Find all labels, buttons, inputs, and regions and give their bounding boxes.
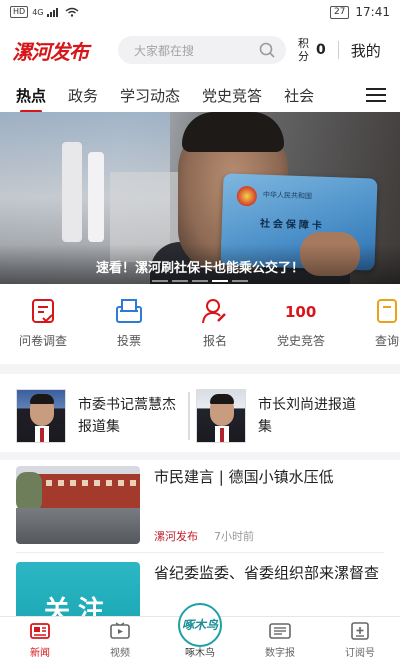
quick-query[interactable]: 查询 [344, 296, 400, 356]
carousel-dot [192, 280, 208, 282]
thumb-tree [16, 472, 42, 512]
tab-hot[interactable]: 热点 [16, 85, 46, 112]
item-divider [16, 552, 384, 553]
hair [30, 394, 54, 404]
menu-icon [366, 88, 386, 102]
feature-divider [188, 392, 190, 440]
tab-government[interactable]: 政务 [68, 85, 98, 106]
tie [220, 428, 224, 442]
quick-survey[interactable]: 问卷调查 [0, 296, 86, 356]
card-name: 社会保障卡 [259, 218, 326, 232]
hair [210, 394, 234, 404]
tie [40, 428, 44, 442]
status-left: HD 4G [10, 6, 79, 18]
carousel-dot [172, 280, 188, 282]
quick-label: 投票 [116, 334, 141, 348]
nav-digital-paper[interactable]: 数字报 [240, 617, 320, 666]
tab-society[interactable]: 社会 [284, 85, 314, 106]
bottom-navigation: 新闻 视频 啄木鸟 啄木鸟 数字报 订阅号 [0, 603, 400, 666]
quick-label: 查询 [374, 334, 399, 348]
quick-label: 问卷调查 [18, 334, 67, 348]
carousel-dot [152, 280, 168, 282]
status-bar: HD 4G 27 17:41 [0, 0, 400, 24]
nav-label: 订阅号 [345, 648, 375, 659]
signal-icon [47, 8, 59, 17]
quick-party-quiz[interactable]: 100 党史竞答 [258, 296, 344, 356]
app-header: 漯河发布 大家都在搜 积分 0 我的 [0, 30, 400, 70]
network-label: 4G [32, 7, 44, 17]
vote-icon [113, 296, 145, 326]
carousel-dot [232, 280, 248, 282]
news-icon [30, 623, 50, 639]
channel-menu-button[interactable] [352, 78, 400, 112]
search-placeholder: 大家都在搜 [134, 43, 195, 58]
svg-text:100: 100 [285, 303, 316, 321]
news-body: 市民建言 | 德国小镇水压低 漯河发布 7小时前 [154, 466, 384, 562]
survey-icon [27, 296, 59, 326]
query-icon [371, 296, 400, 326]
nav-video[interactable]: 视频 [80, 617, 160, 666]
carousel-dot-active [212, 280, 228, 282]
category-tabs: 热点 政务 学习动态 党史竞答 社会 [0, 78, 400, 112]
quick-signup[interactable]: 报名 [172, 296, 258, 356]
mine-button[interactable]: 我的 [351, 40, 381, 61]
app-logo: 漯河发布 [12, 39, 89, 64]
national-emblem-icon [236, 185, 258, 207]
news-title: 市民建言 | 德国小镇水压低 [154, 468, 334, 486]
battery-indicator: 27 [329, 5, 350, 19]
feature-report-secretary[interactable]: 市委书记蒿慧杰报道集 [0, 389, 200, 443]
feature-avatar [16, 389, 66, 443]
signup-icon [199, 296, 231, 326]
news-title: 省纪委监委、省委组织部来漯督查 [154, 564, 380, 582]
status-time: 17:41 [355, 5, 390, 19]
thumb-road [16, 508, 140, 544]
header-divider [337, 41, 339, 59]
hd-badge: HD [10, 6, 29, 18]
feature-reports: 市委书记蒿慧杰报道集 市长刘尚进报道集 [0, 376, 400, 456]
nav-subscribe[interactable]: 订阅号 [320, 617, 400, 666]
search-input[interactable]: 大家都在搜 [118, 36, 286, 64]
status-right: 27 17:41 [329, 5, 390, 19]
nav-woodpecker[interactable]: 啄木鸟 啄木鸟 [160, 603, 240, 666]
banner-decor [88, 152, 104, 242]
wifi-icon [66, 7, 79, 17]
woodpecker-icon: 啄木鸟 [178, 603, 222, 647]
thumb-windows [46, 480, 136, 486]
news-item[interactable]: 市民建言 | 德国小镇水压低 漯河发布 7小时前 [0, 466, 400, 562]
section-separator [0, 364, 400, 374]
nav-news[interactable]: 新闻 [0, 617, 80, 666]
news-time: 7小时前 [214, 530, 254, 543]
quick-vote[interactable]: 投票 [86, 296, 172, 356]
news-thumbnail [16, 466, 140, 544]
feature-title: 市委书记蒿慧杰报道集 [78, 397, 176, 435]
video-icon [110, 622, 130, 639]
search-icon[interactable] [258, 41, 276, 59]
tab-party-quiz[interactable]: 党史竞答 [202, 85, 262, 106]
newspaper-icon [269, 623, 291, 639]
banner-decor [62, 142, 82, 242]
carousel-indicator [152, 280, 248, 282]
tab-study[interactable]: 学习动态 [120, 85, 180, 106]
banner-person-hair [182, 112, 284, 152]
feature-title: 市长刘尚进报道集 [258, 397, 356, 435]
quick-entry-row: 问卷调查 投票 报名 100 党史竞答 查询 [0, 296, 400, 356]
section-separator [0, 452, 400, 460]
subscribe-icon [351, 622, 369, 640]
news-meta: 漯河发布 7小时前 [154, 528, 254, 544]
points-value: 0 [316, 42, 326, 58]
quick-label: 报名 [202, 334, 227, 348]
feature-report-mayor[interactable]: 市长刘尚进报道集 [196, 389, 396, 443]
card-title: 中华人民共和国 [262, 190, 313, 201]
nav-label: 视频 [110, 648, 130, 659]
party-100-icon: 100 [285, 296, 317, 326]
quick-label: 党史竞答 [276, 334, 325, 348]
banner-caption: 速看！漯河刷社保卡也能乘公交了！ [95, 261, 304, 276]
news-source: 漯河发布 [154, 530, 198, 543]
feature-avatar [196, 389, 246, 443]
points-display[interactable]: 积分 0 [298, 37, 326, 63]
nav-label: 数字报 [265, 648, 295, 659]
banner-carousel[interactable]: 中华人民共和国 社会保障卡 速看！漯河刷社保卡也能乘公交了！ [0, 112, 400, 284]
points-label: 积分 [298, 37, 309, 63]
nav-label: 新闻 [30, 648, 50, 659]
